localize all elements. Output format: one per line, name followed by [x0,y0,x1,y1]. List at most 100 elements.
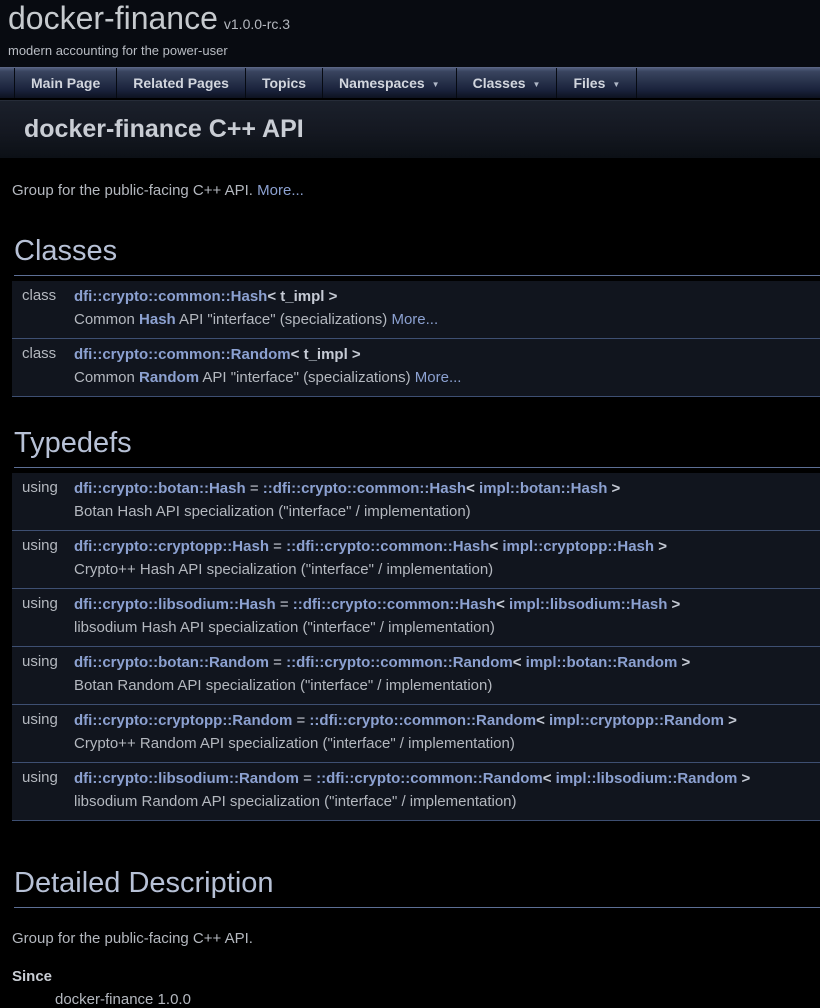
class-row: class dfi::crypto::common::Hash< t_impl … [12,281,820,339]
typedef-row: using dfi::crypto::botan::Random = ::dfi… [12,647,820,705]
typedef-open-bracket: < [543,770,556,787]
class-description: Common Random API "interface" (specializ… [74,367,812,389]
class-desc-suffix: API "interface" (specializations) [176,311,392,328]
tab-files-label: Files [573,75,605,91]
typedef-row: using dfi::crypto::cryptopp::Random = ::… [12,705,820,763]
typedef-row: using dfi::crypto::libsodium::Random = :… [12,763,820,821]
typedef-equals: = [269,654,286,671]
navbar-tab-list: Main Page Related Pages Topics Namespace… [0,68,820,98]
detailed-description-heading: Detailed Description [14,867,820,908]
typedefs-table: using dfi::crypto::botan::Hash = ::dfi::… [12,473,820,821]
typedef-description: libsodium Hash API specialization ("inte… [74,617,812,639]
typedef-keyword: using [12,705,74,763]
typedef-equals: = [246,480,263,497]
class-description: Common Hash API "interface" (specializat… [74,309,812,331]
class-desc-prefix: Common [74,369,139,386]
typedef-close-bracket: > [667,596,680,613]
typedef-impl-link[interactable]: impl::cryptopp::Hash [502,538,654,555]
class-more-link[interactable]: More... [391,311,438,328]
classes-heading: Classes [14,235,820,276]
typedef-impl-link[interactable]: impl::libsodium::Hash [509,596,667,613]
typedef-impl-link[interactable]: impl::botan::Random [526,654,678,671]
group-intro: Group for the public-facing C++ API. Mor… [12,182,820,199]
typedef-equals: = [269,538,286,555]
intro-more-link[interactable]: More... [257,182,304,199]
tab-main-page-label: Main Page [31,75,100,91]
typedef-definition: dfi::crypto::botan::Random = ::dfi::cryp… [74,652,812,674]
typedef-close-bracket: > [654,538,667,555]
typedef-target-link[interactable]: ::dfi::crypto::common::Random [309,712,536,729]
page-title: docker-finance C++ API [24,115,304,144]
typedef-target-link[interactable]: ::dfi::crypto::common::Random [286,654,513,671]
typedef-close-bracket: > [677,654,690,671]
typedef-equals: = [276,596,293,613]
typedef-alias-link[interactable]: dfi::crypto::cryptopp::Random [74,712,292,729]
project-version: v1.0.0-rc.3 [224,16,290,32]
typedef-keyword: using [12,589,74,647]
typedef-row: using dfi::crypto::libsodium::Hash = ::d… [12,589,820,647]
typedef-alias-link[interactable]: dfi::crypto::libsodium::Hash [74,596,276,613]
typedef-keyword: using [12,763,74,821]
typedef-keyword: using [12,647,74,705]
group-intro-text: Group for the public-facing C++ API. [12,182,257,199]
typedef-target-link[interactable]: ::dfi::crypto::common::Hash [263,480,466,497]
tab-files[interactable]: Files▼ [557,68,637,98]
typedef-alias-link[interactable]: dfi::crypto::botan::Random [74,654,269,671]
typedef-target-link[interactable]: ::dfi::crypto::common::Random [316,770,543,787]
tab-related-pages[interactable]: Related Pages [117,68,246,98]
typedef-alias-link[interactable]: dfi::crypto::libsodium::Random [74,770,299,787]
typedef-close-bracket: > [737,770,750,787]
class-row: class dfi::crypto::common::Random< t_imp… [12,339,820,397]
typedef-open-bracket: < [489,538,502,555]
class-desc-link[interactable]: Hash [139,311,176,328]
tab-topics[interactable]: Topics [246,68,323,98]
tab-related-pages-label: Related Pages [133,75,229,91]
class-keyword: class [12,281,74,339]
typedef-close-bracket: > [724,712,737,729]
page-header: docker-finance C++ API [0,100,820,158]
typedef-description: Crypto++ Random API specialization ("int… [74,733,812,755]
typedef-open-bracket: < [466,480,479,497]
typedef-close-bracket: > [607,480,620,497]
tab-topics-label: Topics [262,75,306,91]
class-desc-link[interactable]: Random [139,369,199,386]
typedef-target-link[interactable]: ::dfi::crypto::common::Hash [286,538,489,555]
chevron-down-icon: ▼ [533,80,541,89]
typedef-description: libsodium Random API specialization ("in… [74,791,812,813]
typedef-impl-link[interactable]: impl::libsodium::Random [556,770,738,787]
class-more-link[interactable]: More... [415,369,462,386]
typedef-description: Crypto++ Hash API specialization ("inter… [74,559,812,581]
typedef-definition: dfi::crypto::libsodium::Hash = ::dfi::cr… [74,594,812,616]
typedef-alias-link[interactable]: dfi::crypto::botan::Hash [74,480,246,497]
typedef-impl-link[interactable]: impl::botan::Hash [479,480,607,497]
typedef-row: using dfi::crypto::botan::Hash = ::dfi::… [12,473,820,531]
project-brief: modern accounting for the power-user [8,43,820,58]
class-name-link[interactable]: dfi::crypto::common::Hash [74,288,267,305]
typedef-alias-link[interactable]: dfi::crypto::cryptopp::Hash [74,538,269,555]
class-name-link[interactable]: dfi::crypto::common::Random [74,346,291,363]
project-name-text: docker-finance [8,0,218,36]
tab-namespaces[interactable]: Namespaces▼ [323,68,457,98]
site-header: docker-finance v1.0.0-rc.3 modern account… [0,0,820,67]
typedef-description: Botan Random API specialization ("interf… [74,675,812,697]
typedef-description: Botan Hash API specialization ("interfac… [74,501,812,523]
typedef-target-link[interactable]: ::dfi::crypto::common::Hash [293,596,496,613]
class-template-args: < t_impl > [267,288,337,305]
typedef-equals: = [292,712,309,729]
project-name: docker-finance v1.0.0-rc.3 [8,0,820,42]
typedef-definition: dfi::crypto::cryptopp::Hash = ::dfi::cry… [74,536,812,558]
since-block: Since docker-finance 1.0.0 [12,968,820,1008]
typedef-open-bracket: < [496,596,509,613]
tab-main-page[interactable]: Main Page [14,68,117,98]
typedef-impl-link[interactable]: impl::cryptopp::Random [549,712,724,729]
main-navbar: Main Page Related Pages Topics Namespace… [0,67,820,98]
class-desc-suffix: API "interface" (specializations) [199,369,415,386]
typedef-definition: dfi::crypto::libsodium::Random = ::dfi::… [74,768,812,790]
class-keyword: class [12,339,74,397]
tab-classes[interactable]: Classes ▼ [457,68,558,98]
tab-classes-label: Classes [473,75,526,91]
class-definition: dfi::crypto::common::Random< t_impl > [74,344,812,366]
tab-namespaces-label: Namespaces [339,75,425,91]
class-desc-prefix: Common [74,311,139,328]
since-label: Since [12,968,820,985]
